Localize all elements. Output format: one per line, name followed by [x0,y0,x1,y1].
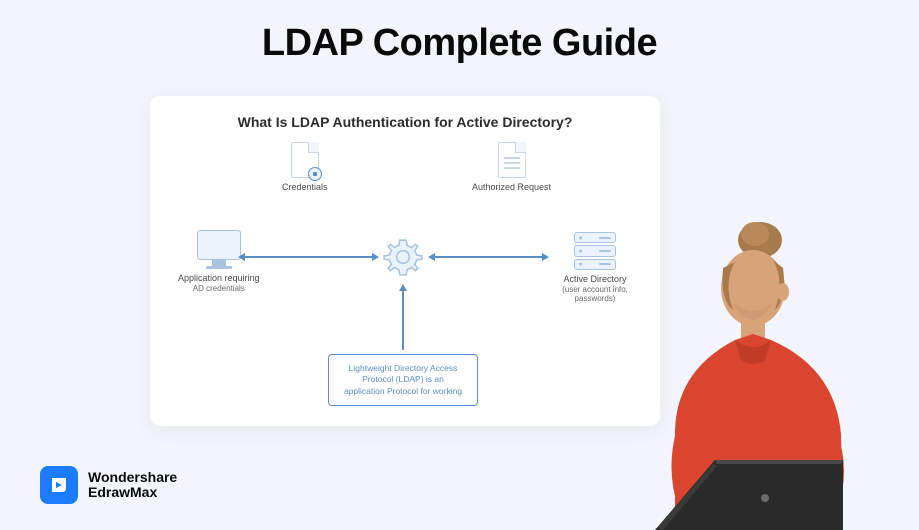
info-line1: Lightweight Directory Access [349,363,458,373]
arrow-right-head-r [542,253,549,261]
application-node: Application requiring AD credentials [178,230,260,293]
info-box: Lightweight Directory Access Protocol (L… [328,354,478,406]
application-sublabel: AD credentials [193,284,245,294]
brand-line2: EdrawMax [88,485,177,500]
document-lines-icon [498,142,526,178]
page-title: LDAP Complete Guide [0,0,919,65]
brand-logo: Wondershare EdrawMax [40,466,177,504]
diagram-card: What Is LDAP Authentication for Active D… [150,96,660,426]
monitor-base [206,266,232,269]
brand-icon [40,466,78,504]
monitor-icon [197,230,241,260]
brand-line1: Wondershare [88,470,177,485]
gear-icon [382,236,424,278]
credentials-label: Credentials [282,182,328,193]
gear-node [382,236,424,278]
arrow-left-head-r [372,253,379,261]
arrow-bottom [402,290,404,350]
info-line3: application Protocol for working [344,386,462,396]
credential-badge-icon [308,167,322,181]
brand-text: Wondershare EdrawMax [88,470,177,501]
arrow-right-head-l [428,253,435,261]
info-line2: Protocol (LDAP) is an [362,374,444,384]
person-illustration [605,210,875,530]
credentials-node: Credentials [282,142,328,193]
document-icon [291,142,319,178]
diagram-title: What Is LDAP Authentication for Active D… [172,114,638,130]
application-label: Application requiring [178,273,260,284]
authorized-request-label: Authorized Request [472,182,551,193]
arrow-left [244,256,372,258]
arrow-bottom-head [399,284,407,291]
arrow-left-head-l [238,253,245,261]
authorized-request-node: Authorized Request [472,142,551,193]
arrow-right [434,256,542,258]
diagram-area: Credentials Authorized Request Applicati… [172,142,638,422]
